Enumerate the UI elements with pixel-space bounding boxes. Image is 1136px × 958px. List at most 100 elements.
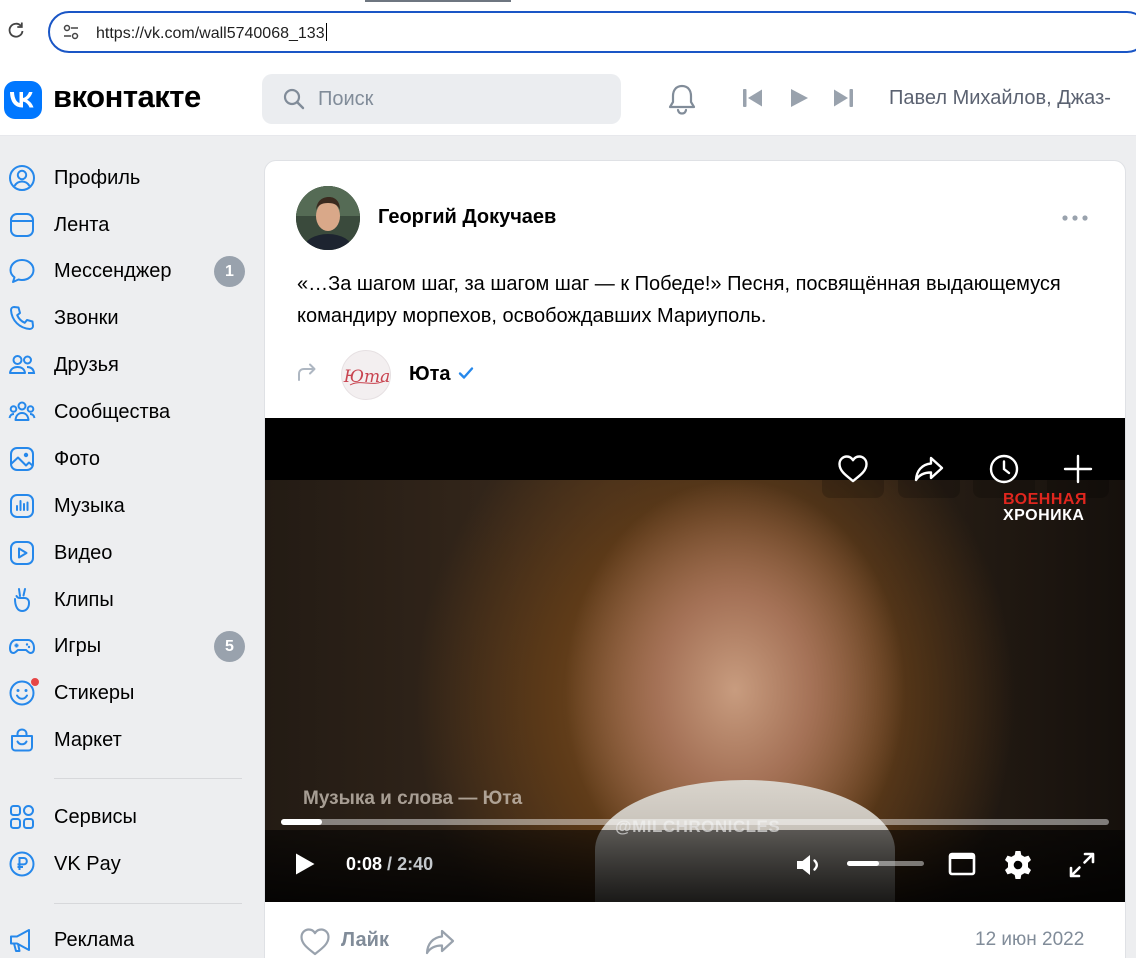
url-value: https://vk.com/wall5740068_133: [96, 25, 325, 42]
sidebar-item-video[interactable]: Видео: [0, 533, 250, 573]
messenger-icon: [8, 257, 36, 285]
sidebar-divider: [54, 778, 242, 779]
volume-slider[interactable]: [847, 861, 924, 866]
vkpay-icon: [8, 850, 36, 878]
active-tab-indicator: [365, 0, 511, 2]
search-placeholder: Поиск: [318, 88, 374, 110]
phone-icon: [8, 304, 36, 332]
repost-source-avatar[interactable]: Юта: [341, 350, 391, 400]
video-like-button[interactable]: [822, 442, 884, 498]
vk-logo-icon[interactable]: [4, 81, 42, 119]
author-avatar[interactable]: [296, 186, 360, 250]
new-indicator-dot: [30, 677, 40, 687]
more-options-icon[interactable]: [1061, 213, 1089, 223]
games-badge: 5: [214, 631, 245, 662]
sidebar-item-profile[interactable]: Профиль: [0, 158, 250, 198]
video-time: 0:08 / 2:40: [346, 854, 433, 875]
unread-badge: 1: [214, 256, 245, 287]
sidebar-item-label: Игры: [54, 635, 102, 657]
sidebar-item-services[interactable]: Сервисы: [0, 797, 250, 837]
volume-icon[interactable]: [795, 852, 825, 878]
post-card: Георгий Докучаев «…За шагом шаг, за шаго…: [264, 160, 1126, 958]
sidebar-item-label: Музыка: [54, 495, 125, 517]
watermark-line1: ВОЕННАЯ: [1003, 491, 1087, 508]
previous-track-icon[interactable]: [742, 88, 764, 108]
video-player[interactable]: ВОЕННАЯ ХРОНИКА Музыка и слова — Юта @MI…: [265, 418, 1125, 902]
friends-icon: [8, 351, 36, 379]
site-header: вконтакте Поиск Павел Михайлов, Джаз-: [0, 62, 1136, 136]
sidebar-item-label: Сервисы: [54, 806, 137, 828]
clips-icon: [8, 586, 36, 614]
channel-watermark: ВОЕННАЯ ХРОНИКА: [1003, 492, 1087, 524]
sidebar-item-label: Звонки: [54, 307, 119, 329]
site-settings-icon[interactable]: [62, 23, 80, 41]
reload-icon[interactable]: [6, 20, 26, 40]
sidebar-item-friends[interactable]: Друзья: [0, 345, 250, 385]
services-icon: [8, 803, 36, 831]
next-track-icon[interactable]: [832, 88, 854, 108]
sidebar-item-messenger[interactable]: Мессенджер 1: [0, 251, 250, 291]
video-progress-fill: [281, 819, 323, 825]
video-share-button[interactable]: [898, 442, 960, 498]
repost-source-name[interactable]: Юта: [409, 363, 451, 386]
settings-gear-icon[interactable]: [1002, 849, 1034, 881]
ads-icon: [8, 926, 36, 954]
sidebar-item-label: Видео: [54, 542, 113, 564]
fullscreen-icon[interactable]: [1068, 851, 1096, 879]
watermark-line2: ХРОНИКА: [1003, 507, 1085, 524]
video-add-button[interactable]: [1047, 442, 1109, 498]
like-button[interactable]: Лайк: [341, 929, 389, 952]
sidebar-item-label: Реклама: [54, 929, 135, 951]
search-input[interactable]: Поиск: [262, 74, 621, 124]
text-caret: [325, 23, 327, 41]
repost-icon: [296, 361, 318, 383]
sidebar-item-label: Маркет: [54, 729, 122, 751]
post-text: «…За шагом шаг, за шагом шаг — к Победе!…: [297, 273, 1061, 327]
sidebar-item-stickers[interactable]: Стикеры: [0, 673, 250, 713]
sidebar-item-label: Профиль: [54, 167, 141, 189]
verified-icon: [458, 366, 474, 380]
now-playing-title[interactable]: Павел Михайлов, Джаз-: [889, 87, 1111, 110]
sidebar-item-games[interactable]: Игры 5: [0, 626, 250, 666]
video-progress-bar[interactable]: [281, 819, 1109, 825]
sidebar-item-market[interactable]: Маркет: [0, 720, 250, 760]
sidebar-item-label: Мессенджер: [54, 260, 172, 282]
duration: 2:40: [397, 854, 434, 874]
repost-avatar-text: Юта: [343, 367, 391, 387]
brand-wordmark[interactable]: вконтакте: [53, 79, 201, 115]
photo-icon: [8, 445, 36, 473]
sidebar-item-label: Сообщества: [54, 401, 171, 423]
sidebar-item-music[interactable]: Музыка: [0, 486, 250, 526]
sidebar-item-label: Фото: [54, 448, 100, 470]
sidebar-item-feed[interactable]: Лента: [0, 205, 250, 245]
sidebar-item-label: Лента: [54, 214, 110, 236]
share-button-icon[interactable]: [424, 927, 456, 957]
communities-icon: [8, 398, 36, 426]
games-icon: [8, 632, 36, 660]
miniplayer-icon[interactable]: [948, 851, 976, 877]
post-date[interactable]: 12 июн 2022: [975, 929, 1084, 951]
sidebar-divider: [54, 903, 242, 904]
sidebar-item-clips[interactable]: Клипы: [0, 580, 250, 620]
search-icon: [282, 87, 306, 111]
video-watch-later-button[interactable]: [973, 442, 1035, 498]
address-bar[interactable]: https://vk.com/wall5740068_133: [48, 11, 1136, 53]
sidebar-item-photo[interactable]: Фото: [0, 439, 250, 479]
current-time: 0:08: [346, 854, 383, 874]
sidebar-item-calls[interactable]: Звонки: [0, 298, 250, 338]
sidebar-item-label: Друзья: [54, 354, 119, 376]
sidebar-item-label: VK Pay: [54, 853, 121, 875]
sidebar-item-ads[interactable]: Реклама: [0, 920, 250, 958]
bell-icon[interactable]: [666, 82, 698, 116]
sidebar-item-vkpay[interactable]: VK Pay: [0, 844, 250, 884]
sidebar-item-communities[interactable]: Сообщества: [0, 392, 250, 432]
url-text[interactable]: https://vk.com/wall5740068_133: [96, 23, 327, 43]
like-icon[interactable]: [299, 927, 331, 957]
feed-icon: [8, 211, 36, 239]
market-icon: [8, 726, 36, 754]
sidebar-item-label: Клипы: [54, 589, 114, 611]
play-icon[interactable]: [789, 88, 809, 108]
post-author-name[interactable]: Георгий Докучаев: [378, 206, 556, 229]
video-play-icon[interactable]: [293, 852, 317, 876]
time-separator: /: [387, 854, 393, 874]
